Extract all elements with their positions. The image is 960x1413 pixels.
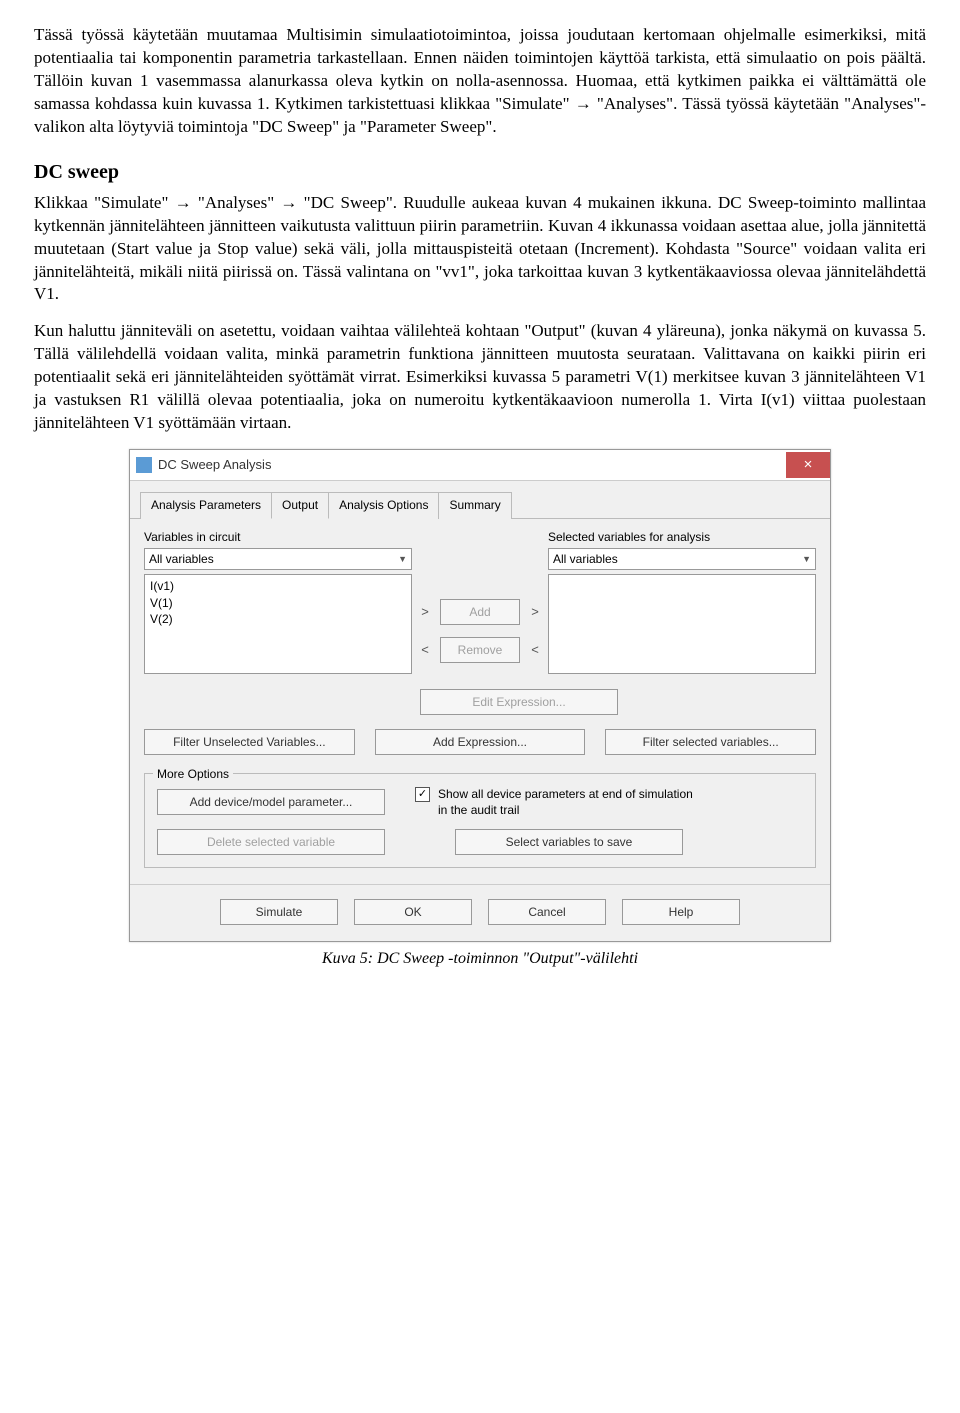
tab-analysis-options[interactable]: Analysis Options (328, 492, 439, 519)
simulate-button[interactable]: Simulate (220, 899, 338, 925)
show-parameters-checkbox[interactable] (415, 787, 430, 802)
selected-variables-label: Selected variables for analysis (548, 529, 816, 545)
remove-button[interactable]: Remove (440, 637, 520, 663)
dialog-title: DC Sweep Analysis (158, 456, 271, 474)
chevron-down-icon: ▼ (802, 553, 811, 565)
intro-paragraph: Tässä työssä käytetään muutamaa Multisim… (34, 24, 926, 139)
close-button[interactable]: × (786, 452, 830, 478)
angle-left-icon: < (420, 641, 430, 659)
more-options-legend: More Options (153, 766, 233, 782)
add-device-parameter-button[interactable]: Add device/model parameter... (157, 789, 385, 815)
filter-selected-button[interactable]: Filter selected variables... (605, 729, 816, 755)
tab-row: Analysis Parameters Output Analysis Opti… (130, 481, 830, 519)
angle-right-icon: > (420, 603, 430, 621)
list-item[interactable]: V(1) (150, 595, 406, 611)
variables-label: Variables in circuit (144, 529, 412, 545)
variables-listbox[interactable]: I(v1) V(1) V(2) (144, 574, 412, 674)
dc-sweep-paragraph-2: Kun haluttu jänniteväli on asetettu, voi… (34, 320, 926, 435)
titlebar: DC Sweep Analysis × (130, 450, 830, 481)
filter-unselected-button[interactable]: Filter Unselected Variables... (144, 729, 355, 755)
select-value: All variables (553, 551, 618, 567)
list-item[interactable]: I(v1) (150, 578, 406, 594)
selected-filter-select[interactable]: All variables ▼ (548, 548, 816, 570)
chevron-down-icon: ▼ (398, 553, 407, 565)
angle-left-icon: < (530, 641, 540, 659)
variables-filter-select[interactable]: All variables ▼ (144, 548, 412, 570)
ok-button[interactable]: OK (354, 899, 472, 925)
cancel-button[interactable]: Cancel (488, 899, 606, 925)
tab-analysis-parameters[interactable]: Analysis Parameters (140, 492, 272, 519)
list-item[interactable]: V(2) (150, 611, 406, 627)
close-icon: × (804, 455, 813, 475)
add-button[interactable]: Add (440, 599, 520, 625)
add-expression-button[interactable]: Add Expression... (375, 729, 586, 755)
selected-listbox[interactable] (548, 574, 816, 674)
dc-sweep-heading: DC sweep (34, 159, 926, 186)
tab-output[interactable]: Output (271, 492, 329, 519)
angle-right-icon: > (530, 603, 540, 621)
more-options-group: More Options Add device/model parameter.… (144, 773, 816, 867)
dc-sweep-paragraph-1: Klikkaa "Simulate" → "Analyses" → "DC Sw… (34, 192, 926, 307)
help-button[interactable]: Help (622, 899, 740, 925)
show-parameters-label: Show all device parameters at end of sim… (438, 786, 698, 818)
tab-summary[interactable]: Summary (438, 492, 511, 519)
select-variables-to-save-button[interactable]: Select variables to save (455, 829, 683, 855)
delete-selected-variable-button[interactable]: Delete selected variable (157, 829, 385, 855)
dc-sweep-dialog: DC Sweep Analysis × Analysis Parameters … (129, 449, 831, 942)
figure-caption: Kuva 5: DC Sweep -toiminnon "Output"-väl… (34, 948, 926, 970)
select-value: All variables (149, 551, 214, 567)
app-icon (136, 457, 152, 473)
